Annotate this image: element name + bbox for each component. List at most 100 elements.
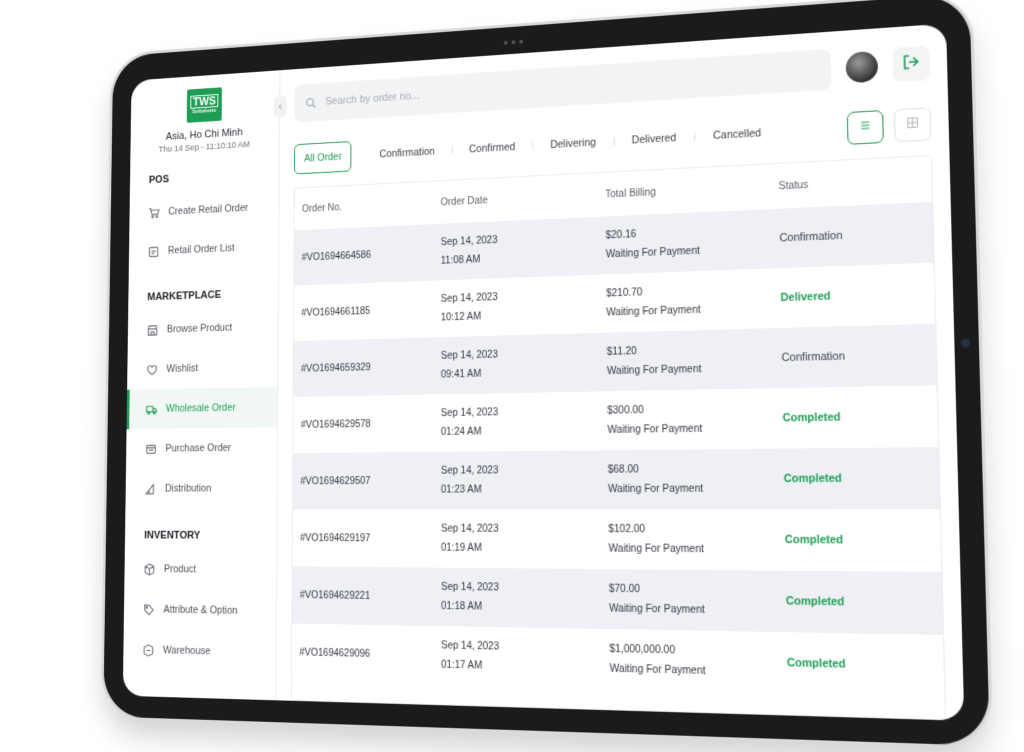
sidebar-item-retail-order-list[interactable]: Retail Order List	[129, 226, 279, 272]
sidebar-item-distribution[interactable]: Distribution	[125, 468, 276, 509]
sidebar-item-label: Distribution	[164, 482, 212, 495]
search-box[interactable]	[294, 48, 832, 123]
search-icon	[305, 97, 316, 109]
sidebar-item-label: Warehouse	[162, 644, 211, 658]
column-header-total-billing[interactable]: Total Billing	[605, 181, 778, 200]
order-time: 11:08 AM	[440, 254, 481, 267]
order-number: #VO1694629221	[299, 589, 371, 602]
grid-view-icon	[906, 115, 919, 134]
tab-confirmation[interactable]: Confirmation	[363, 136, 452, 170]
tab-delivering[interactable]: Delivering	[533, 127, 614, 161]
logout-icon	[902, 53, 920, 76]
order-status: Confirmation	[779, 229, 843, 245]
order-date-cell: Sep 14, 2023 10:12 AM	[441, 288, 607, 323]
order-date-cell: Sep 14, 2023 09:41 AM	[441, 347, 607, 381]
column-header-status[interactable]: Status	[778, 174, 922, 192]
camera-lens-icon	[960, 338, 971, 348]
sidebar-item-label: Browse Product	[166, 321, 233, 336]
column-header-order-no[interactable]: Order No.	[302, 197, 441, 214]
sidebar-item-label: Wholesale Order	[165, 401, 236, 415]
user-avatar[interactable]	[845, 50, 879, 84]
column-header-order-date[interactable]: Order Date	[441, 189, 606, 208]
sidebar-item-create-retail-order[interactable]: Create Retail Order	[129, 187, 278, 233]
sidebar-item-attribute-option[interactable]: Attribute & Option	[124, 589, 276, 632]
table-row[interactable]: #VO1694629096 Sep 14, 2023 01:17 AM $1,00…	[291, 623, 945, 699]
billing-status: Waiting For Payment	[605, 245, 700, 261]
list-view-button[interactable]	[846, 109, 884, 145]
order-time: 10:12 AM	[440, 311, 482, 324]
billing-status: Waiting For Payment	[606, 363, 702, 378]
sidebar-item-label: Attribute & Option	[163, 603, 238, 617]
sidebar-item-wholesale-order[interactable]: Wholesale Order	[126, 386, 278, 430]
billing-cell: $11.20 Waiting For Payment	[607, 342, 782, 377]
order-time: 01:18 AM	[441, 600, 483, 613]
section-title-pos: POS	[148, 173, 170, 186]
cart-icon	[148, 206, 159, 219]
billing-amount: $102.00	[608, 523, 646, 536]
brand-block: TWS Solutions Asia, Ho Chi Minh Thu 14 S…	[130, 83, 279, 155]
billing-cell: $68.00 Waiting For Payment	[608, 463, 784, 495]
section-title-marketplace: MARKETPLACE	[147, 289, 222, 304]
order-date: Sep 14, 2023	[440, 407, 499, 420]
section-title-inventory: INVENTORY	[144, 529, 201, 542]
order-date-cell: Sep 14, 2023 01:23 AM	[441, 464, 608, 495]
billing-amount: $210.70	[606, 287, 643, 300]
logout-button[interactable]	[892, 45, 931, 83]
order-status: Confirmation	[781, 350, 846, 365]
search-input[interactable]	[323, 62, 819, 109]
billing-status: Waiting For Payment	[607, 423, 703, 436]
sidebar-collapse-button[interactable]: ‹	[273, 95, 287, 118]
table-row[interactable]: #VO1694629197 Sep 14, 2023 01:19 AM $102.…	[292, 509, 942, 572]
sidebar-item-label: Purchase Order	[165, 442, 232, 455]
order-time: 09:41 AM	[440, 368, 482, 381]
billing-amount: $11.20	[606, 346, 637, 358]
order-date: Sep 14, 2023	[440, 523, 499, 535]
brand-logo[interactable]: TWS Solutions	[186, 87, 222, 123]
order-date-cell: Sep 14, 2023 11:08 AM	[440, 230, 606, 267]
billing-cell: $210.70 Waiting For Payment	[606, 283, 781, 318]
billing-cell: $300.00 Waiting For Payment	[607, 403, 783, 436]
order-date-cell: Sep 14, 2023 01:24 AM	[440, 405, 608, 438]
tab-confirmed[interactable]: Confirmed	[452, 131, 533, 165]
billing-status: Waiting For Payment	[607, 483, 704, 496]
billing-status: Waiting For Payment	[608, 543, 704, 556]
order-time: 01:19 AM	[441, 542, 482, 554]
tag-icon	[143, 603, 155, 616]
sidebar-item-browse-product[interactable]: Browse Product	[128, 306, 278, 350]
list-view-icon	[859, 118, 872, 137]
billing-amount: $68.00	[607, 464, 639, 476]
orders-table: Order No. Order Date Total Billing Statu…	[290, 154, 947, 721]
order-number: #VO1694629096	[299, 646, 371, 660]
order-date: Sep 14, 2023	[440, 349, 498, 362]
grid-view-button[interactable]	[893, 107, 932, 143]
sidebar-item-product[interactable]: Product	[124, 549, 276, 591]
logo-subtext: Solutions	[192, 108, 217, 116]
tab-all-order[interactable]: All Order	[294, 140, 352, 175]
order-date: Sep 14, 2023	[440, 235, 498, 249]
sidebar-item-purchase-order[interactable]: Purchase Order	[126, 427, 277, 469]
billing-cell: $1,000,000.00 Waiting For Payment	[609, 644, 787, 680]
tab-cancelled[interactable]: Cancelled	[694, 117, 780, 152]
order-status: Completed	[783, 472, 842, 486]
view-toggle	[846, 107, 932, 145]
sidebar-item-warehouse[interactable]: Warehouse	[123, 629, 276, 673]
billing-amount: $20.16	[605, 229, 637, 242]
billing-status: Waiting For Payment	[609, 663, 706, 678]
order-number: #VO1694664586	[301, 249, 372, 263]
list-icon	[148, 245, 159, 258]
billing-cell: $20.16 Waiting For Payment	[606, 223, 780, 260]
sidebar-item-wishlist[interactable]: Wishlist	[127, 346, 278, 389]
billing-status: Waiting For Payment	[609, 603, 705, 617]
billing-cell: $70.00 Waiting For Payment	[609, 584, 786, 618]
order-number: #VO1694629578	[300, 418, 371, 431]
app-screen: ‹ TWS Solutions Asia, Ho Chi Minh Thu 14…	[122, 23, 965, 721]
sidebar-item-label: Retail Order List	[167, 242, 235, 257]
table-row[interactable]: #VO1694629507 Sep 14, 2023 01:23 AM $68.0…	[292, 447, 940, 510]
store-icon	[147, 324, 158, 337]
order-status: Completed	[785, 594, 845, 609]
order-date-cell: Sep 14, 2023 01:18 AM	[441, 582, 609, 615]
distribution-icon	[145, 483, 157, 495]
table-row[interactable]: #VO1694629578 Sep 14, 2023 01:24 AM $300.…	[293, 385, 939, 454]
tab-delivered[interactable]: Delivered	[614, 122, 695, 156]
billing-cell: $102.00 Waiting For Payment	[608, 524, 785, 556]
